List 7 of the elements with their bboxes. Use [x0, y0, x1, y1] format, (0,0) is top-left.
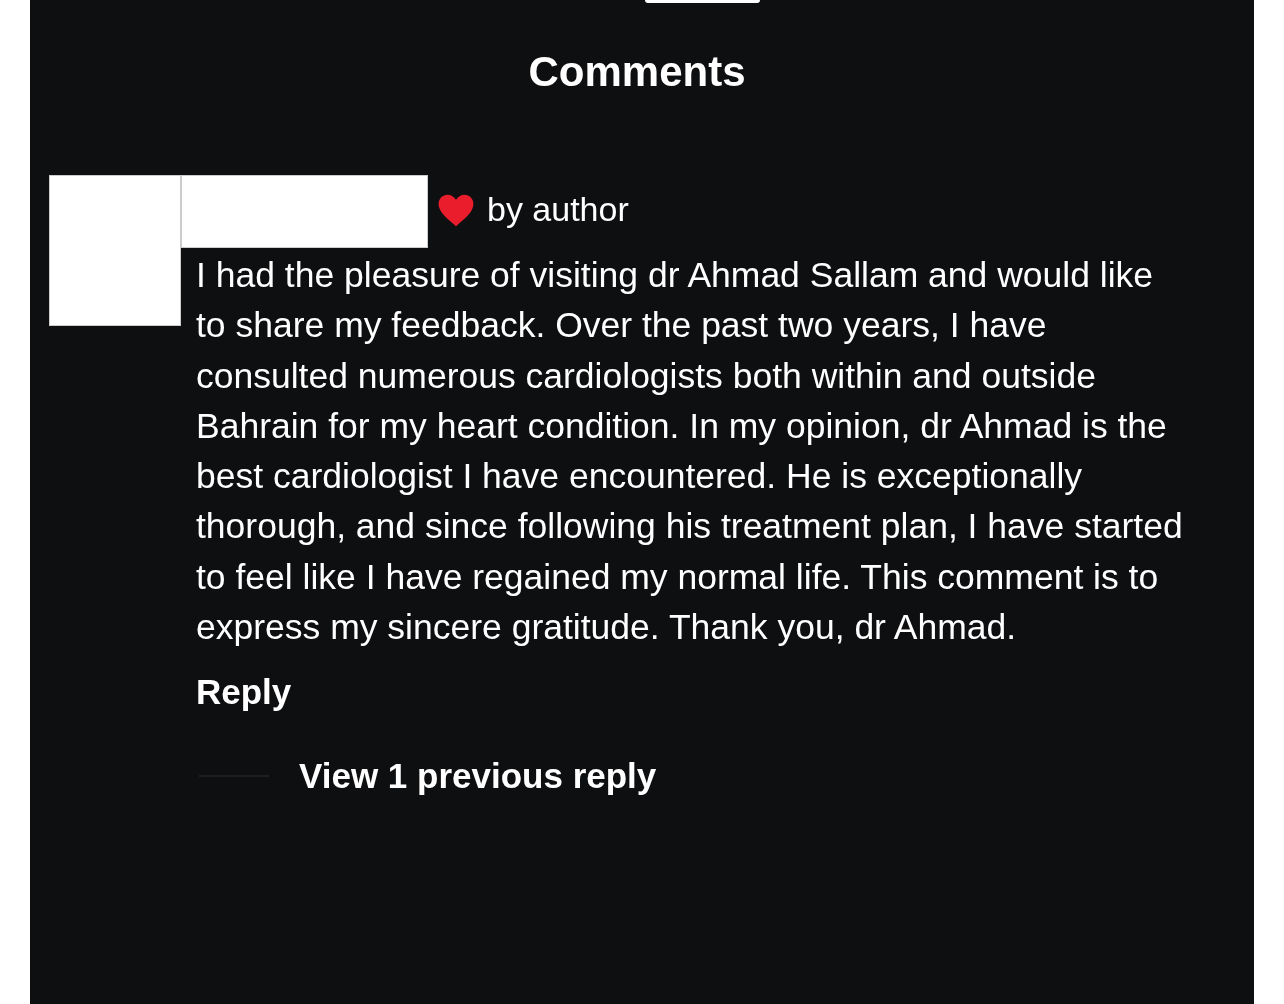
comment-text: I had the pleasure of visiting dr Ahmad Sallam and would like to share my feedback. Over the past two years, I have consulted numerous cardiologists both within and outside Bahrain for my heart condition. In my opinion, dr Ahmad is the best cardiologist I have encountered. He is exceptionally thorough, and since following his treatment plan, I have started to feel like I have regained my normal life. This comment is to express my sincere gratitude. Thank you, dr Ahmad. [196, 254, 1184, 650]
reply-link[interactable]: Reply [196, 672, 292, 713]
liked-by-author-label: by author [487, 190, 629, 229]
drag-handle[interactable] [645, 0, 760, 3]
heart-icon [437, 192, 475, 228]
view-replies-link[interactable]: View 1 previous reply [299, 756, 657, 797]
panel-title: Comments [527, 47, 747, 97]
